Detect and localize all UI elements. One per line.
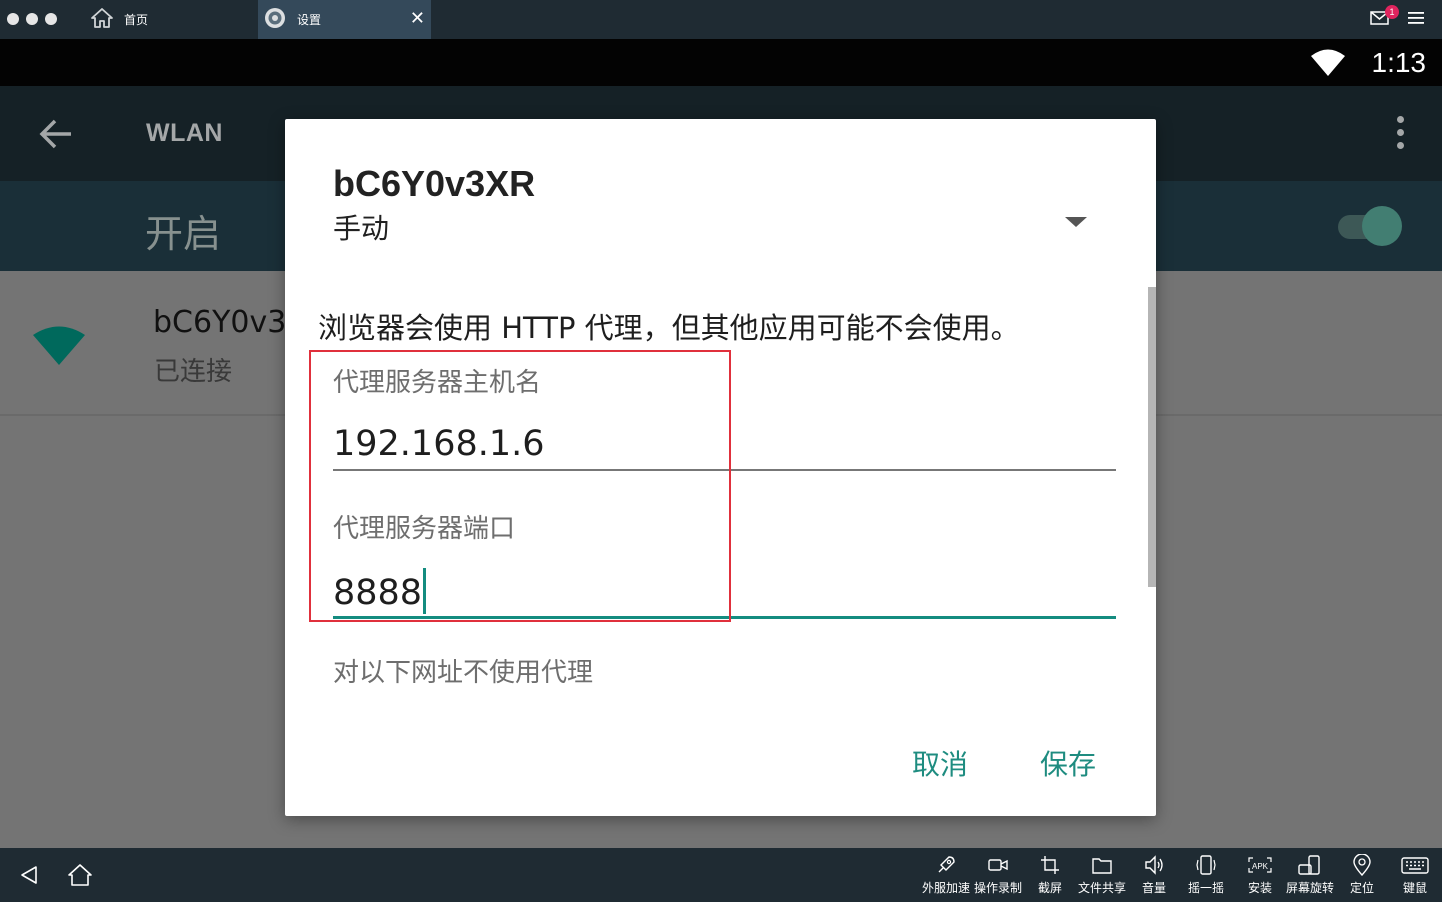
emulator-bottom-toolbar: 外服加速 操作录制 截屏 文件共享 音量 摇一摇 APK 安装 屏幕旋转 定位 … [0, 848, 1442, 902]
window-minimize-dot[interactable] [26, 13, 38, 25]
tool-screenshot[interactable]: 截屏 [1038, 854, 1062, 896]
tool-install-label: 安装 [1247, 881, 1272, 895]
tool-accelerate[interactable]: 外服加速 [922, 854, 970, 896]
nav-home-icon[interactable] [67, 863, 93, 891]
page-title: WLAN [146, 119, 223, 147]
tool-keyboard-mouse[interactable]: 键鼠 [1401, 854, 1429, 896]
tab-settings[interactable]: 设置 ✕ [258, 0, 431, 39]
tool-record[interactable]: 操作录制 [974, 854, 1022, 896]
tab-home-label: 首页 [124, 13, 149, 27]
tool-shake-label: 摇一摇 [1188, 881, 1225, 895]
network-ssid: bC6Y0v3X [153, 305, 307, 340]
proxy-note: 浏览器会使用 HTTP 代理，但其他应用可能不会使用。 [318, 311, 1020, 345]
tool-install[interactable]: APK 安装 [1246, 854, 1274, 896]
tool-record-label: 操作录制 [974, 881, 1023, 895]
wifi-full-icon [1310, 49, 1346, 81]
notification-badge: 1 [1385, 5, 1399, 19]
hamburger-icon[interactable] [1408, 10, 1424, 29]
tool-rotate[interactable]: 屏幕旋转 [1286, 854, 1334, 896]
tool-file-share-label: 文件共享 [1078, 881, 1127, 895]
cancel-button[interactable]: 取消 [912, 743, 968, 783]
dialog-title: bC6Y0v3XR [333, 163, 536, 204]
close-tab-icon[interactable]: ✕ [410, 9, 425, 29]
wifi-switch-label: 开启 [145, 212, 222, 256]
rocket-icon [938, 856, 955, 873]
svg-text:APK: APK [1252, 862, 1269, 871]
dialog-scrollbar[interactable] [1148, 287, 1156, 587]
apk-icon: APK [1248, 857, 1272, 873]
save-button[interactable]: 保存 [1040, 743, 1096, 783]
status-bar: 1:13 [0, 39, 1442, 86]
tool-location-label: 定位 [1350, 881, 1375, 895]
highlight-annotation-box [309, 350, 731, 622]
house-icon [90, 7, 114, 32]
tool-screenshot-label: 截屏 [1038, 881, 1063, 895]
keyboard-icon [1401, 857, 1429, 874]
mail-button[interactable]: 1 [1370, 5, 1399, 29]
folder-icon [1092, 858, 1112, 874]
tab-settings-label: 设置 [297, 13, 322, 27]
tool-file-share[interactable]: 文件共享 [1078, 854, 1126, 896]
arrow-left-icon[interactable] [37, 114, 77, 158]
volume-icon [1145, 855, 1163, 875]
nav-back-icon[interactable] [20, 865, 38, 889]
tool-accelerate-label: 外服加速 [922, 881, 971, 895]
proxy-settings-dialog: bC6Y0v3XR 手动 浏览器会使用 HTTP 代理，但其他应用可能不会使用。… [285, 119, 1156, 816]
wifi-signal-icon [32, 326, 86, 370]
tool-volume[interactable]: 音量 [1142, 854, 1166, 896]
gear-icon [263, 6, 287, 33]
tool-keyboard-mouse-label: 键鼠 [1402, 881, 1427, 895]
proxy-mode-select[interactable]: 手动 [333, 207, 389, 247]
tool-rotate-label: 屏幕旋转 [1286, 881, 1335, 895]
network-status: 已连接 [154, 357, 233, 387]
more-vertical-icon[interactable] [1397, 116, 1404, 149]
location-pin-icon [1353, 854, 1371, 876]
bypass-label[interactable]: 对以下网址不使用代理 [333, 652, 593, 689]
window-maximize-dot[interactable] [45, 13, 57, 25]
android-screen: 1:13 WLAN 开启 bC6Y0v3X 已连接 bC6Y0v3XR 手动 浏… [0, 39, 1442, 848]
crop-icon [1041, 856, 1059, 874]
window-controls[interactable] [7, 13, 57, 25]
tool-volume-label: 音量 [1142, 881, 1167, 895]
video-camera-icon [988, 859, 1008, 871]
tab-home[interactable]: 首页 [85, 0, 255, 39]
tool-shake[interactable]: 摇一摇 [1188, 854, 1224, 896]
window-close-dot[interactable] [7, 13, 19, 25]
shake-icon [1196, 855, 1216, 875]
status-time: 1:13 [1371, 47, 1427, 78]
emulator-title-bar: 首页 设置 ✕ 1 [0, 0, 1442, 39]
rotate-screen-icon [1298, 855, 1320, 875]
wifi-toggle-thumb[interactable] [1362, 206, 1402, 246]
chevron-down-icon[interactable] [1065, 217, 1087, 227]
tool-location[interactable]: 定位 [1350, 854, 1374, 896]
